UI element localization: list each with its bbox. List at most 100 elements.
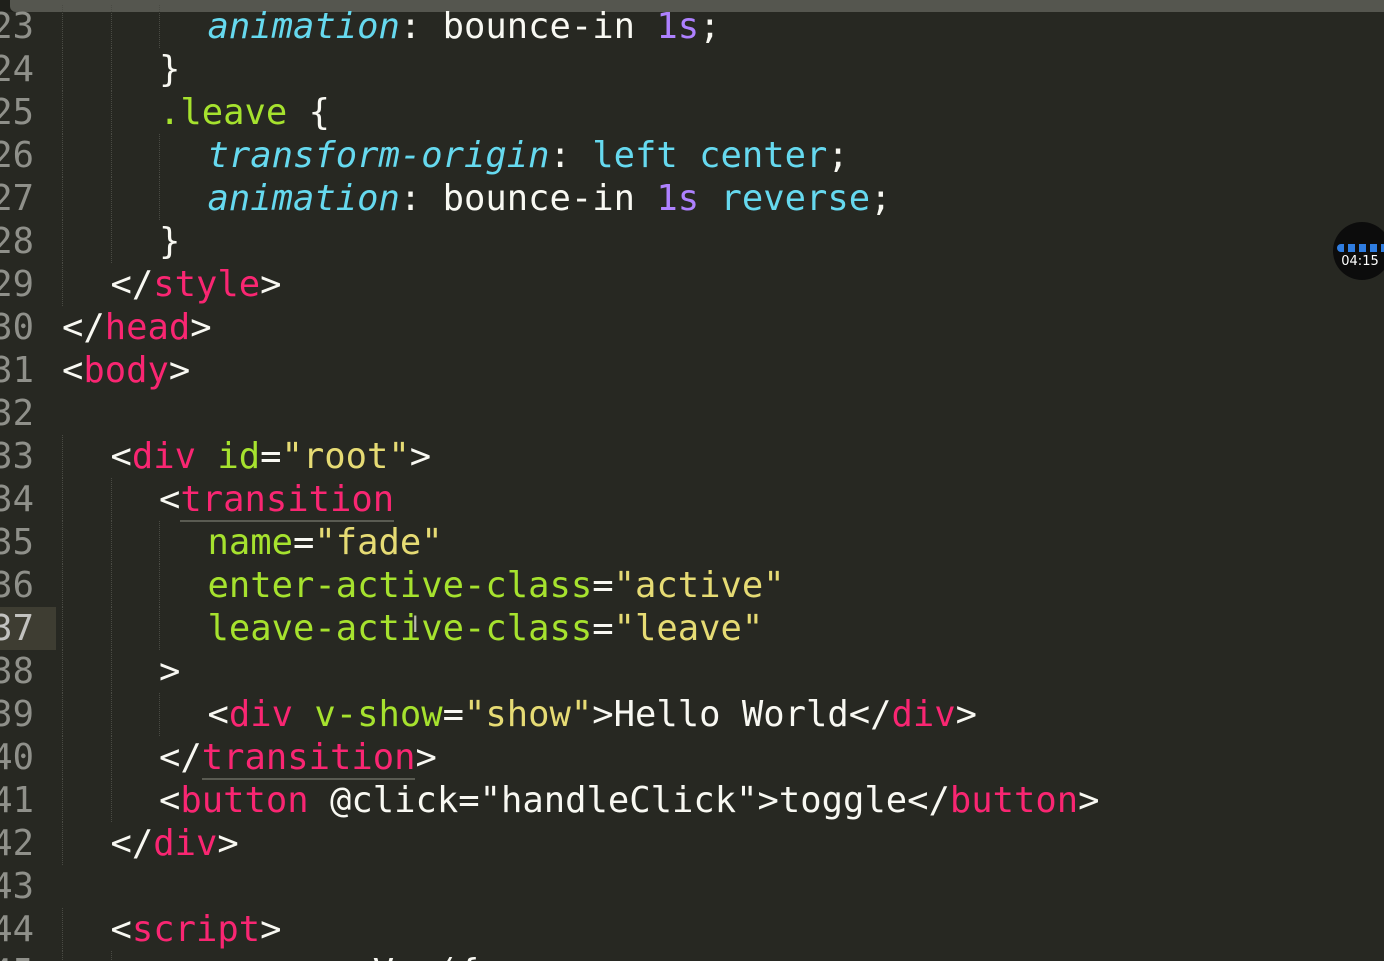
indent-guide bbox=[110, 693, 113, 736]
code-text: <transition bbox=[159, 478, 395, 522]
code-line[interactable]: 31 <body> bbox=[0, 349, 1384, 392]
video-time: 04:15 bbox=[1341, 254, 1379, 269]
line-number[interactable]: 33 bbox=[0, 435, 34, 478]
indent-guide bbox=[159, 607, 161, 650]
code-token: "active" bbox=[613, 565, 785, 606]
code-line[interactable]: 33 <div id="root"> bbox=[0, 435, 1384, 478]
code-line[interactable]: 37 leave-active-class="leave" bbox=[0, 607, 1384, 650]
line-number[interactable]: 36 bbox=[0, 564, 34, 607]
code-token: </ bbox=[110, 264, 154, 305]
indent-guide bbox=[110, 134, 113, 177]
code-token: div bbox=[153, 823, 218, 864]
code-token: head bbox=[104, 307, 191, 348]
line-number[interactable]: 31 bbox=[0, 349, 34, 392]
line-number[interactable]: 29 bbox=[0, 263, 34, 306]
code-token: < bbox=[110, 436, 132, 477]
code-line[interactable]: 26 transform-origin: left center; bbox=[0, 134, 1384, 177]
code-line[interactable]: 23 animation: bounce-in 1s; bbox=[0, 5, 1384, 48]
line-number[interactable]: 45 bbox=[0, 951, 34, 961]
code-token: = bbox=[260, 436, 282, 477]
line-number[interactable]: 24 bbox=[0, 48, 34, 91]
code-token: > bbox=[415, 737, 437, 778]
indent-guide bbox=[62, 91, 64, 134]
code-token: leave-active-class bbox=[207, 608, 593, 649]
indent-guide bbox=[110, 564, 113, 607]
code-token: = bbox=[293, 522, 315, 563]
indent-guide bbox=[62, 650, 64, 693]
code-text: <div id="root"> bbox=[111, 435, 432, 478]
code-line[interactable]: 43 bbox=[0, 865, 1384, 908]
code-text: name="fade" bbox=[208, 521, 443, 564]
code-token: >Hello World</ bbox=[592, 694, 892, 735]
line-number[interactable]: 43 bbox=[0, 865, 34, 908]
line-number[interactable]: 38 bbox=[0, 650, 34, 693]
code-line[interactable]: 45 Vue({ bbox=[0, 951, 1384, 961]
code-line[interactable]: 38 > bbox=[0, 650, 1384, 693]
code-line[interactable]: 24} bbox=[0, 48, 1384, 91]
line-number[interactable]: 35 bbox=[0, 521, 34, 564]
code-token: "show" bbox=[464, 694, 593, 735]
video-timestamp-badge[interactable]: 04:15 bbox=[1333, 222, 1384, 280]
code-line[interactable]: 44 <script> bbox=[0, 908, 1384, 951]
indent-guide bbox=[159, 521, 161, 564]
code-token: "handleClick" bbox=[479, 780, 758, 821]
indent-guide bbox=[110, 91, 113, 134]
indent-guide bbox=[62, 478, 64, 521]
line-number[interactable]: 34 bbox=[0, 478, 34, 521]
line-number[interactable]: 25 bbox=[0, 91, 34, 134]
indent-guide bbox=[110, 48, 113, 91]
line-number[interactable]: 27 bbox=[0, 177, 34, 220]
code-token: </ bbox=[62, 307, 105, 348]
code-line[interactable]: 42 </div> bbox=[0, 822, 1384, 865]
indent-guide bbox=[62, 435, 64, 478]
indent-guide bbox=[159, 134, 161, 177]
code-text: .leave { bbox=[159, 91, 330, 134]
line-number[interactable]: 44 bbox=[0, 908, 34, 951]
code-line[interactable]: 29 </style> bbox=[0, 263, 1384, 306]
code-line[interactable]: 40 </transition> bbox=[0, 736, 1384, 780]
indent-guide bbox=[62, 908, 64, 951]
code-line[interactable]: 27 animation: bounce-in 1s reverse; bbox=[0, 177, 1384, 220]
line-number[interactable]: 41 bbox=[0, 779, 34, 822]
indent-guide bbox=[110, 5, 113, 48]
line-number[interactable]: 26 bbox=[0, 134, 34, 177]
code-text: </style> bbox=[111, 263, 282, 306]
code-line[interactable]: 25 .leave { bbox=[0, 91, 1384, 134]
line-number[interactable]: 30 bbox=[0, 306, 34, 349]
code-token: : bounce-in bbox=[399, 178, 657, 219]
code-token: > bbox=[260, 264, 282, 305]
code-token: : bbox=[549, 135, 593, 176]
code-token: .leave bbox=[159, 92, 288, 133]
code-token: button bbox=[949, 780, 1079, 821]
line-number[interactable]: 42 bbox=[0, 822, 34, 865]
indent-guide bbox=[62, 736, 64, 779]
code-text: <div v-show="show">Hello World</div> bbox=[208, 693, 977, 736]
code-line[interactable]: 28} bbox=[0, 220, 1384, 263]
indent-guide bbox=[159, 177, 161, 220]
code-editor[interactable]: 23 animation: bounce-in 1s; 24} 25 .leave {2… bbox=[0, 0, 1384, 961]
code-token: name bbox=[207, 522, 294, 563]
code-line[interactable]: 39 <div v-show="show">Hello World</div> bbox=[0, 693, 1384, 736]
code-token: Vue({ bbox=[159, 952, 480, 961]
code-line[interactable]: 41 <button @click="handleClick">toggle</b… bbox=[0, 779, 1384, 822]
code-line[interactable]: 36 enter-active-class="active" bbox=[0, 564, 1384, 607]
code-text: Vue({ bbox=[159, 951, 480, 961]
code-token: animation bbox=[207, 178, 400, 219]
line-number[interactable]: 23 bbox=[0, 5, 34, 48]
code-token: = bbox=[592, 608, 614, 649]
line-number[interactable]: 32 bbox=[0, 392, 34, 435]
code-token: </ bbox=[159, 737, 202, 778]
line-number[interactable]: 37 bbox=[0, 607, 34, 650]
code-line[interactable]: 35 name="fade" bbox=[0, 521, 1384, 564]
indent-guide bbox=[62, 5, 64, 48]
indent-guide bbox=[110, 607, 113, 650]
code-line[interactable]: 34 <transition bbox=[0, 478, 1384, 522]
code-line[interactable]: 30 </head> bbox=[0, 306, 1384, 349]
code-token: > bbox=[159, 651, 181, 692]
line-number[interactable]: 39 bbox=[0, 693, 34, 736]
line-number[interactable]: 40 bbox=[0, 736, 34, 779]
code-line[interactable]: 32 bbox=[0, 392, 1384, 435]
code-token: script bbox=[131, 909, 261, 950]
line-number[interactable]: 28 bbox=[0, 220, 34, 263]
